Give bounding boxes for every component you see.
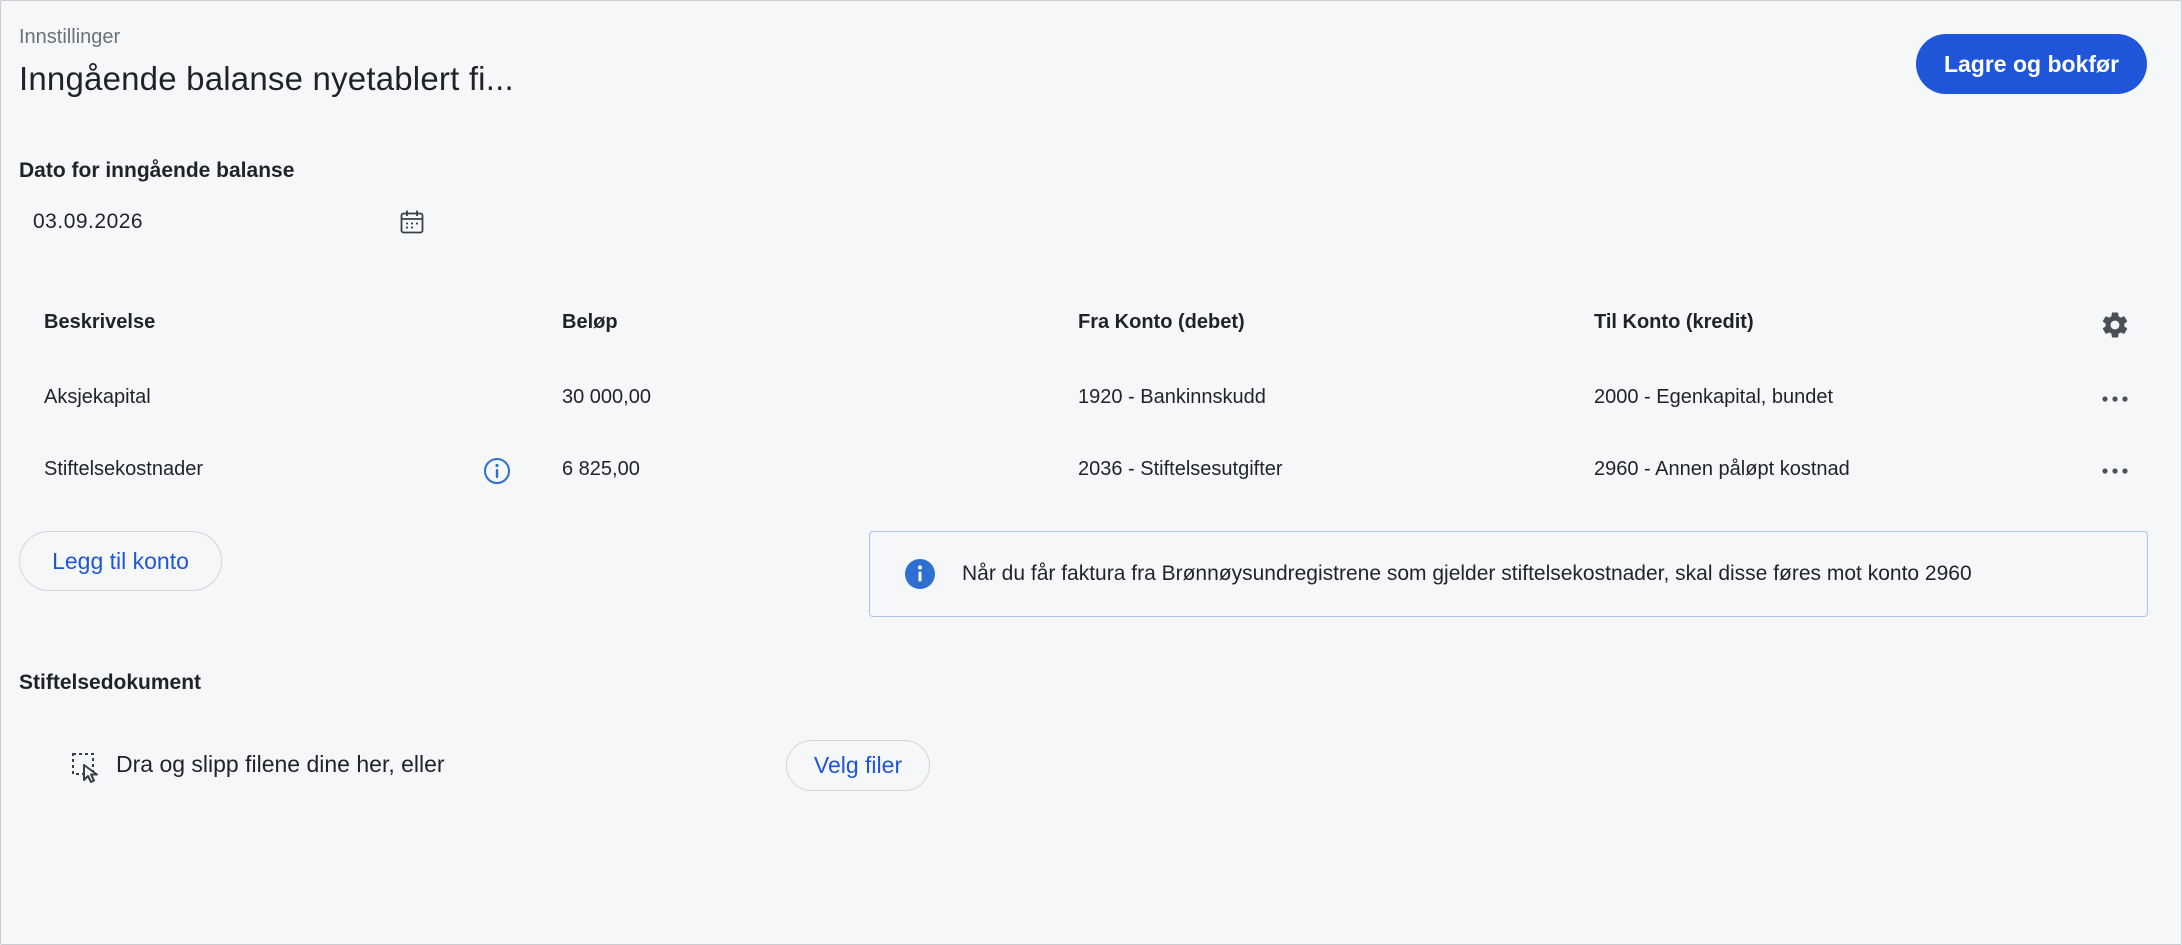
info-icon: [904, 558, 936, 590]
drop-zone-text: Dra og slipp filene dine her, eller: [116, 751, 445, 777]
page-title: Inngående balanse nyetablert fi...: [19, 60, 514, 97]
row-2-description[interactable]: Stiftelsekostnader: [44, 458, 203, 481]
row-2-to-account[interactable]: 2960 - Annen påløpt kostnad: [1594, 458, 1850, 481]
row-1-from-account[interactable]: 1920 - Bankinnskudd: [1078, 386, 1266, 409]
row-1-description[interactable]: Aksjekapital: [44, 386, 151, 409]
row-2-amount[interactable]: 6 825,00: [562, 458, 640, 481]
column-header-amount: Beløp: [562, 311, 618, 333]
drag-drop-icon: [70, 751, 102, 783]
gear-icon[interactable]: [2100, 310, 2130, 340]
save-and-post-button[interactable]: Lagre og bokfør: [1916, 34, 2147, 94]
breadcrumb[interactable]: Innstillinger: [19, 26, 120, 49]
row-2-more-options-icon[interactable]: [2100, 461, 2130, 481]
date-value[interactable]: 03.09.2026: [33, 210, 143, 234]
column-header-to-account: Til Konto (kredit): [1594, 311, 1754, 333]
documents-label: Stiftelsedokument: [19, 671, 202, 694]
column-header-from-account: Fra Konto (debet): [1078, 311, 1245, 333]
select-files-button[interactable]: Velg filer: [786, 740, 930, 791]
row-1-amount[interactable]: 30 000,00: [562, 386, 651, 409]
calendar-icon[interactable]: [399, 209, 425, 235]
info-message-text: Når du får faktura fra Brønnøysundregist…: [962, 562, 1972, 585]
date-label: Dato for inngående balanse: [19, 159, 295, 182]
info-message-box: Når du får faktura fra Brønnøysundregist…: [869, 531, 2148, 617]
date-field[interactable]: 03.09.2026: [19, 198, 439, 246]
column-header-description: Beskrivelse: [44, 311, 156, 333]
add-account-button[interactable]: Legg til konto: [19, 531, 222, 591]
row-2-from-account[interactable]: 2036 - Stiftelsesutgifter: [1078, 458, 1283, 481]
row-1-to-account[interactable]: 2000 - Egenkapital, bundet: [1594, 386, 1833, 409]
info-icon[interactable]: [483, 457, 511, 485]
row-1-more-options-icon[interactable]: [2100, 389, 2130, 409]
